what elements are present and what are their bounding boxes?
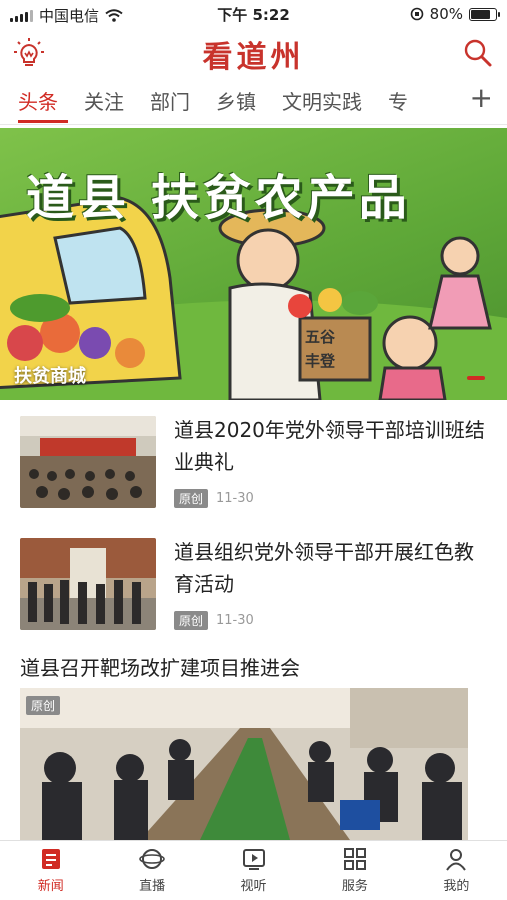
featured-news-image[interactable]: 原创 bbox=[20, 688, 468, 840]
news-date: 11-30 bbox=[216, 613, 254, 628]
svg-text:五谷: 五谷 bbox=[305, 328, 336, 346]
nav-video[interactable]: 视听 bbox=[203, 841, 304, 900]
news-item[interactable]: 道县组织党外领导干部开展红色教育活动 原创 11-30 bbox=[20, 538, 490, 632]
news-title: 道县2020年党外领导干部培训班结业典礼 bbox=[174, 418, 485, 474]
nav-news[interactable]: 新闻 bbox=[0, 841, 101, 900]
nav-live-label: 直播 bbox=[139, 879, 166, 894]
tab-departments[interactable]: 部门 bbox=[150, 82, 190, 123]
nav-services-label: 服务 bbox=[341, 879, 368, 894]
carousel-indicator bbox=[467, 376, 485, 380]
battery-percent: 80% bbox=[429, 5, 463, 23]
tab-special[interactable]: 专 bbox=[388, 82, 408, 123]
status-bar: 中国电信 下午 5:22 80% bbox=[0, 0, 507, 28]
news-thumbnail bbox=[20, 416, 156, 508]
nav-profile-label: 我的 bbox=[443, 879, 470, 894]
video-icon bbox=[242, 849, 265, 870]
banner-title: 道县 扶贫农产品 bbox=[26, 170, 411, 226]
app-logo: 看道州 bbox=[202, 40, 305, 75]
battery-icon bbox=[469, 7, 500, 21]
news-item[interactable]: 道县2020年党外领导干部培训班结业典礼 原创 11-30 bbox=[20, 416, 490, 510]
tab-follow[interactable]: 关注 bbox=[84, 82, 124, 123]
add-tab-button[interactable]: + bbox=[470, 82, 493, 114]
news-thumbnail bbox=[20, 538, 156, 630]
user-icon bbox=[446, 849, 467, 871]
orientation-lock-icon bbox=[410, 7, 423, 21]
nav-profile[interactable]: 我的 bbox=[406, 841, 507, 900]
bottom-navigation: 新闻 直播 视听 服务 我的 bbox=[0, 840, 507, 900]
search-icon[interactable] bbox=[461, 36, 495, 70]
news-icon bbox=[41, 849, 60, 869]
live-icon bbox=[139, 849, 165, 869]
tab-civilization-practice[interactable]: 文明实践 bbox=[282, 82, 362, 123]
original-badge: 原创 bbox=[174, 611, 209, 630]
grid-icon bbox=[343, 848, 366, 870]
svg-text:丰登: 丰登 bbox=[305, 352, 336, 370]
original-badge: 原创 bbox=[174, 489, 209, 508]
tab-towns[interactable]: 乡镇 bbox=[216, 82, 256, 123]
nav-live[interactable]: 直播 bbox=[101, 841, 202, 900]
nav-news-label: 新闻 bbox=[37, 879, 64, 894]
tab-headlines[interactable]: 头条 bbox=[18, 82, 68, 123]
category-tabs: 头条 关注 部门 乡镇 文明实践 专 + bbox=[0, 82, 507, 126]
nav-video-label: 视听 bbox=[240, 879, 267, 894]
news-title: 道县组织党外领导干部开展红色教育活动 bbox=[174, 540, 474, 596]
tabs-divider bbox=[0, 124, 507, 125]
featured-news-title[interactable]: 道县召开靶场改扩建项目推进会 bbox=[20, 652, 300, 681]
news-date: 11-30 bbox=[216, 491, 254, 506]
app-header: 看道州 bbox=[0, 30, 507, 78]
original-badge: 原创 bbox=[26, 696, 61, 715]
nav-services[interactable]: 服务 bbox=[304, 841, 405, 900]
banner-carousel[interactable]: 五谷 丰登 道县 扶贫农产品 扶贫商城 bbox=[0, 128, 507, 400]
banner-label: 扶贫商城 bbox=[14, 366, 86, 387]
